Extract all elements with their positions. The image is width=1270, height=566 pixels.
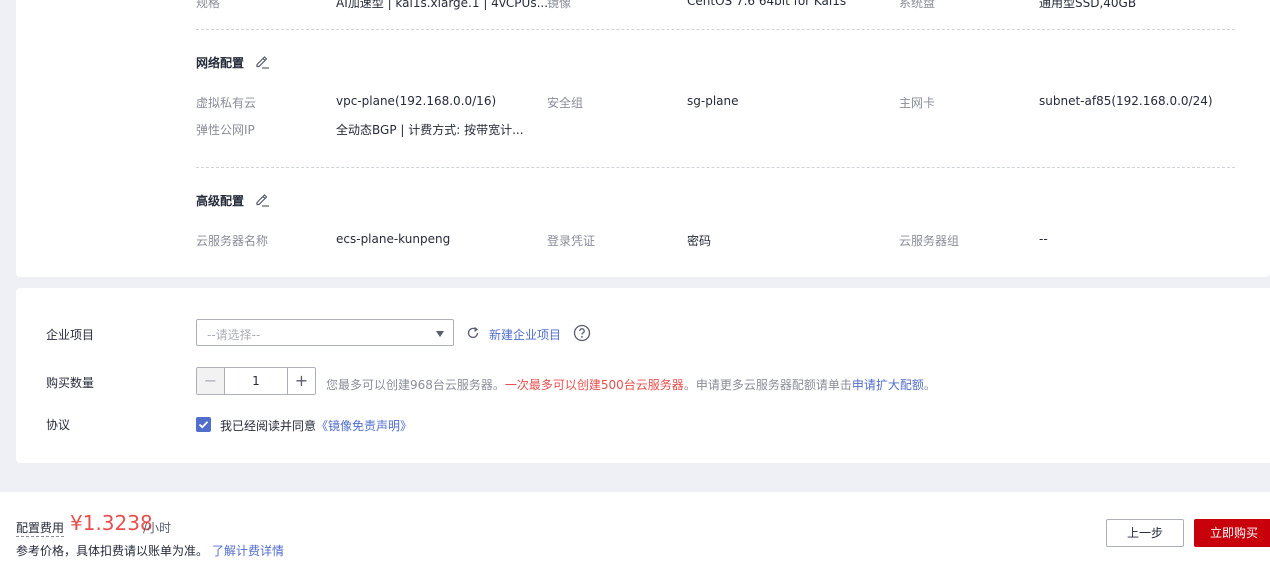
pricing-details-link[interactable]: 了解计费详情 bbox=[212, 542, 284, 559]
security-group-label: 安全组 bbox=[547, 96, 584, 110]
server-name-label: 云服务器名称 bbox=[196, 234, 269, 248]
image-disclaimer-link[interactable]: 《镜像免责声明》 bbox=[316, 419, 412, 433]
help-icon[interactable] bbox=[573, 324, 591, 342]
spec-label: 规格 bbox=[196, 0, 221, 10]
advanced-config-title: 高级配置 bbox=[196, 194, 245, 208]
request-quota-link[interactable]: 申请扩大配额 bbox=[852, 378, 924, 392]
agreement-text: 我已经阅读并同意《镜像免责声明》 bbox=[220, 417, 412, 434]
agreement-label: 协议 bbox=[46, 418, 71, 432]
server-group-label: 云服务器组 bbox=[899, 234, 960, 248]
divider bbox=[196, 29, 1235, 30]
login-credential-label: 登录凭证 bbox=[547, 234, 596, 248]
quota-hint: 您最多可以创建968台云服务器。一次最多可以创建500台云服务器。申请更多云服务… bbox=[326, 376, 936, 393]
agreement-checkbox[interactable] bbox=[196, 417, 211, 432]
eip-value: 全动态BGP | 计费方式: 按带宽计... bbox=[336, 123, 524, 137]
previous-step-button[interactable]: 上一步 bbox=[1106, 519, 1184, 547]
caret-down-icon bbox=[436, 331, 444, 337]
spec-value: AI加速型 | kai1s.xlarge.1 | 4vCPUs... bbox=[336, 0, 549, 10]
edit-network-icon[interactable] bbox=[254, 53, 270, 69]
primary-nic-value: subnet-af85(192.168.0.0/24) bbox=[1039, 94, 1213, 108]
eip-label: 弹性公网IP bbox=[196, 123, 255, 137]
system-disk-label: 系统盘 bbox=[899, 0, 936, 10]
quantity-value[interactable]: 1 bbox=[225, 368, 287, 394]
quota-text: 您最多可以创建968台云服务器。 bbox=[326, 378, 505, 392]
system-disk-value: 通用型SSD,40GB bbox=[1039, 0, 1137, 10]
image-label: 镜像 bbox=[547, 0, 572, 10]
price-value: ¥1.3238 bbox=[70, 511, 153, 535]
image-value: CentOS 7.6 64bit for Kai1s bbox=[687, 0, 847, 8]
vpc-label: 虚拟私有云 bbox=[196, 96, 257, 110]
buy-now-button[interactable]: 立即购买 bbox=[1194, 519, 1270, 547]
edit-advanced-icon[interactable] bbox=[254, 191, 270, 207]
decrement-button[interactable]: − bbox=[197, 368, 225, 394]
vpc-value: vpc-plane(192.168.0.0/16) bbox=[336, 94, 497, 108]
primary-nic-label: 主网卡 bbox=[899, 96, 936, 110]
price-unit: /小时 bbox=[143, 521, 172, 535]
quota-text: 。申请更多云服务器配额请单击 bbox=[683, 378, 852, 392]
server-name-value: ecs-plane-kunpeng bbox=[336, 232, 451, 246]
divider bbox=[196, 167, 1235, 168]
check-icon bbox=[198, 421, 209, 429]
refresh-icon[interactable] bbox=[466, 326, 480, 340]
quota-warning-text: 一次最多可以创建500台云服务器 bbox=[504, 378, 684, 392]
price-note: 参考价格，具体扣费请以账单为准。 bbox=[16, 544, 209, 558]
enterprise-project-select[interactable]: --请选择-- bbox=[196, 319, 454, 346]
config-cost-label[interactable]: 配置费用 bbox=[16, 519, 65, 537]
security-group-value: sg-plane bbox=[687, 94, 739, 108]
network-config-title: 网络配置 bbox=[196, 56, 245, 70]
enterprise-project-label: 企业项目 bbox=[46, 328, 95, 342]
select-placeholder: --请选择-- bbox=[207, 328, 261, 342]
quantity-stepper[interactable]: − 1 + bbox=[196, 367, 316, 395]
quota-text: 。 bbox=[923, 378, 936, 392]
login-credential-value: 密码 bbox=[687, 234, 712, 248]
quantity-label: 购买数量 bbox=[46, 376, 95, 390]
server-group-value: -- bbox=[1039, 232, 1048, 246]
agreement-text-label: 我已经阅读并同意 bbox=[220, 419, 317, 433]
new-enterprise-project-link[interactable]: 新建企业项目 bbox=[489, 326, 561, 343]
increment-button[interactable]: + bbox=[287, 368, 315, 394]
